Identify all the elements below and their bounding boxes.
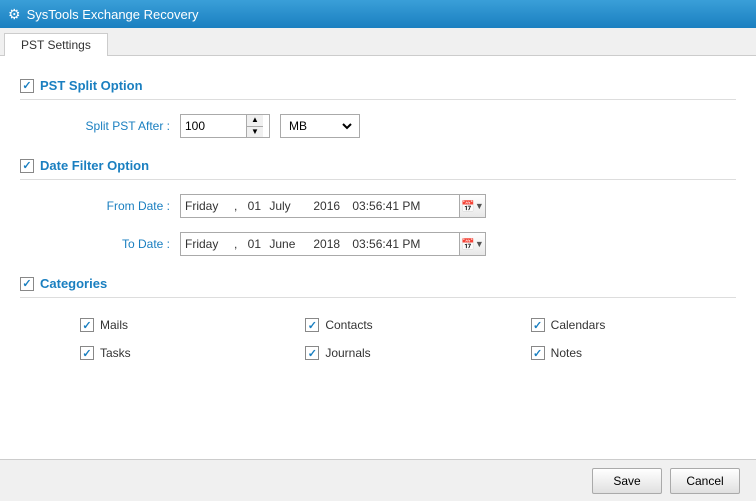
spin-down-button[interactable]: ▼ [247,127,263,138]
date-filter-title: Date Filter Option [40,158,149,173]
from-time: 03:56:41 PM [352,199,432,213]
to-drop-arrow: ▼ [475,239,484,249]
from-date-field[interactable]: Friday , 01 July 2016 03:56:41 PM [180,194,460,218]
calendar-icon: 📅 [461,200,475,213]
from-comma: , [234,199,237,213]
contacts-label: Contacts [325,318,372,332]
tab-bar: PST Settings [0,28,756,56]
from-month: July [269,199,309,213]
unit-dropdown[interactable]: MB GB KB [280,114,360,138]
notes-label: Notes [551,346,582,360]
cancel-button[interactable]: Cancel [670,468,740,494]
to-day-name: Friday [185,237,230,251]
to-month: June [269,237,309,251]
category-journals[interactable]: Journals [305,346,510,360]
calendars-label: Calendars [551,318,606,332]
categories-title: Categories [40,276,107,291]
app-title: SysTools Exchange Recovery [27,7,199,22]
to-time: 03:56:41 PM [352,237,432,251]
calendar-icon-2: 📅 [461,238,475,251]
from-date-group: Friday , 01 July 2016 03:56:41 PM 📅▼ [180,194,486,218]
content-area: PST Split Option Split PST After : ▲ ▼ M… [0,56,756,459]
app-icon: ⚙ [8,6,21,23]
category-tasks[interactable]: Tasks [80,346,285,360]
spin-up-button[interactable]: ▲ [247,115,263,127]
spin-buttons: ▲ ▼ [246,115,263,137]
mails-checkbox[interactable] [80,318,94,332]
to-date-field[interactable]: Friday , 01 June 2018 03:56:41 PM [180,232,460,256]
contacts-checkbox[interactable] [305,318,319,332]
categories-section: Categories Mails Contacts Calendars [20,270,736,360]
category-mails[interactable]: Mails [80,318,285,332]
tab-pst-settings[interactable]: PST Settings [4,33,108,56]
split-value-input[interactable] [181,115,246,137]
split-input-group: ▲ ▼ MB GB KB [180,114,360,138]
footer: Save Cancel [0,459,756,501]
title-bar: ⚙ SysTools Exchange Recovery [0,0,756,28]
from-year: 2016 [313,199,348,213]
split-value-spinner[interactable]: ▲ ▼ [180,114,270,138]
split-pst-label: Split PST After : [40,119,170,133]
tasks-label: Tasks [100,346,131,360]
split-option-header: PST Split Option [20,72,736,100]
notes-checkbox[interactable] [531,346,545,360]
categories-grid: Mails Contacts Calendars Tasks Jour [20,312,736,360]
date-filter-checkbox[interactable] [20,159,34,173]
to-date-row: To Date : Friday , 01 June 2018 03:56:41… [20,232,736,256]
from-date-label: From Date : [40,199,170,213]
to-comma: , [234,237,237,251]
main-container: PST Settings PST Split Option Split PST … [0,28,756,501]
split-option-title: PST Split Option [40,78,143,93]
save-button[interactable]: Save [592,468,662,494]
from-day-num: 01 [243,199,265,213]
journals-checkbox[interactable] [305,346,319,360]
split-option-section: PST Split Option Split PST After : ▲ ▼ M… [20,72,736,138]
categories-checkbox[interactable] [20,277,34,291]
mails-label: Mails [100,318,128,332]
split-option-checkbox[interactable] [20,79,34,93]
date-filter-header: Date Filter Option [20,152,736,180]
to-date-group: Friday , 01 June 2018 03:56:41 PM 📅▼ [180,232,486,256]
categories-header: Categories [20,270,736,298]
unit-select[interactable]: MB GB KB [285,118,355,134]
from-date-picker-button[interactable]: 📅▼ [460,194,486,218]
to-date-label: To Date : [40,237,170,251]
to-day-num: 01 [243,237,265,251]
to-date-picker-button[interactable]: 📅▼ [460,232,486,256]
to-year: 2018 [313,237,348,251]
tasks-checkbox[interactable] [80,346,94,360]
category-calendars[interactable]: Calendars [531,318,736,332]
category-contacts[interactable]: Contacts [305,318,510,332]
from-day-name: Friday [185,199,230,213]
calendars-checkbox[interactable] [531,318,545,332]
category-notes[interactable]: Notes [531,346,736,360]
from-drop-arrow: ▼ [475,201,484,211]
date-filter-section: Date Filter Option From Date : Friday , … [20,152,736,256]
journals-label: Journals [325,346,370,360]
split-pst-row: Split PST After : ▲ ▼ MB GB KB [20,114,736,138]
from-date-row: From Date : Friday , 01 July 2016 03:56:… [20,194,736,218]
